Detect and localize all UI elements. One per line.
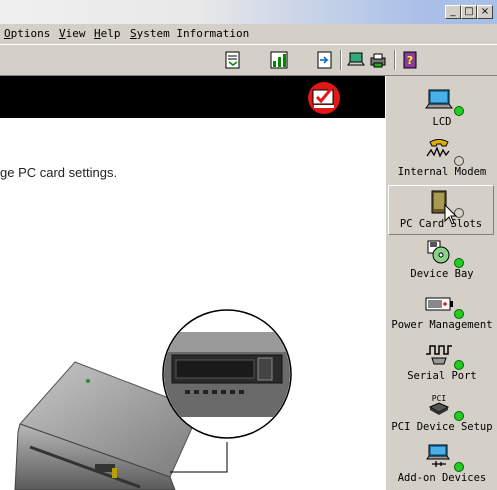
checklist-badge-icon bbox=[308, 82, 340, 114]
sidebar-item-add-on-devices[interactable]: Add-on Devices bbox=[386, 440, 497, 490]
svg-text:?: ? bbox=[407, 54, 413, 67]
mouse-cursor-icon bbox=[444, 204, 458, 225]
maximize-button[interactable]: □ bbox=[461, 5, 477, 19]
sidebar-item-device-bay[interactable]: Device Bay bbox=[386, 236, 497, 286]
sidebar-item-label: Internal Modem bbox=[397, 166, 487, 178]
menu-options[interactable]: Options bbox=[4, 27, 50, 40]
sidebar-item-lcd[interactable]: LCD bbox=[386, 84, 497, 134]
sidebar-item-label: Add-on Devices bbox=[397, 472, 487, 484]
menu-help[interactable]: Help bbox=[94, 27, 121, 40]
toolbar-separator bbox=[394, 50, 396, 70]
phone-modem-icon bbox=[426, 139, 450, 158]
laptop-illustration bbox=[14, 309, 292, 490]
lcd-monitor-icon bbox=[425, 89, 453, 109]
sidebar-item-label: PCI Device Setup bbox=[391, 421, 493, 433]
device-sidebar: LCD Internal Modem PC Card Slots Device … bbox=[385, 76, 497, 490]
document-icon[interactable] bbox=[224, 51, 242, 69]
menu-system-information[interactable]: System Information bbox=[130, 27, 249, 40]
sidebar-item-label: Power Management bbox=[391, 319, 493, 331]
sidebar-item-label: LCD bbox=[432, 116, 452, 128]
laptop-icon[interactable] bbox=[347, 51, 365, 69]
pci-chip-icon: PCI bbox=[428, 394, 450, 415]
sidebar-item-pc-card-slots[interactable]: PC Card Slots bbox=[388, 185, 494, 235]
sidebar-item-label: Device Bay bbox=[410, 268, 474, 280]
sidebar-item-pci-device-setup[interactable]: PCI PCI Device Setup bbox=[386, 389, 497, 439]
toolbar-separator bbox=[340, 50, 342, 70]
title-bar: _ □ × bbox=[0, 0, 497, 24]
sidebar-item-serial-port[interactable]: Serial Port bbox=[386, 338, 497, 388]
chart-icon[interactable] bbox=[270, 51, 288, 69]
status-indicator bbox=[454, 411, 464, 421]
description-text: ge PC card settings. bbox=[0, 165, 118, 180]
help-book-icon[interactable]: ? bbox=[401, 51, 419, 69]
usb-icon bbox=[426, 444, 450, 467]
device-bay-icon bbox=[427, 240, 450, 264]
status-indicator bbox=[454, 106, 464, 116]
sidebar-item-label: Serial Port bbox=[407, 370, 477, 382]
sidebar-item-power-management[interactable]: Power Management bbox=[386, 287, 497, 337]
menu-bar: Options View Help System Information bbox=[0, 24, 497, 44]
pci-chip-text: PCI bbox=[432, 394, 447, 403]
toolbar: ? bbox=[0, 44, 497, 76]
serial-port-icon bbox=[426, 345, 452, 365]
status-indicator bbox=[454, 258, 464, 268]
battery-icon bbox=[425, 297, 453, 311]
main-content: ge PC card settings. bbox=[0, 76, 385, 490]
minimize-button[interactable]: _ bbox=[445, 5, 461, 19]
status-indicator bbox=[454, 462, 464, 472]
sidebar-item-internal-modem[interactable]: Internal Modem bbox=[386, 134, 497, 184]
menu-view[interactable]: View bbox=[59, 27, 86, 40]
status-indicator bbox=[454, 156, 464, 166]
export-icon[interactable] bbox=[316, 51, 334, 69]
printer-icon[interactable] bbox=[369, 51, 387, 69]
status-indicator bbox=[454, 360, 464, 370]
close-button[interactable]: × bbox=[477, 5, 493, 19]
sidebar-item-label: PC Card Slots bbox=[399, 218, 483, 230]
status-indicator bbox=[454, 309, 464, 319]
